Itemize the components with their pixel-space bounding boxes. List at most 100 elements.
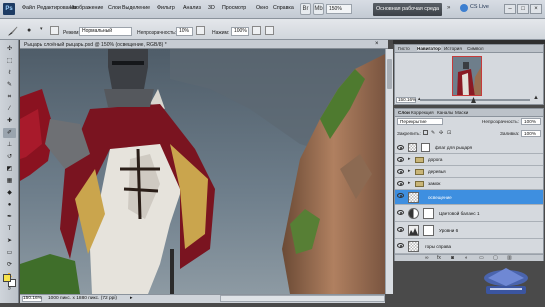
mode-select[interactable]: Нормальный [79,27,132,36]
layer-row[interactable]: Цветовой баланс 1 [395,205,543,222]
vertical-scroll-thumb[interactable] [387,59,392,89]
brush-size-icon[interactable]: ● [27,27,31,34]
layer-row[interactable]: Уровни 6 [395,222,543,239]
menu-window[interactable]: Окно [256,5,268,11]
fx-icon[interactable]: fx [437,255,441,261]
opacity-input[interactable]: 10% [176,27,193,36]
menu-view[interactable]: Просмотр [222,5,246,11]
lock-position-icon[interactable]: ✣ [439,130,443,136]
history-brush-tool-icon[interactable]: ↺ [3,152,16,162]
layer-row[interactable]: ▸ деревья [395,166,543,178]
move-tool-icon[interactable]: ✣ [3,44,16,54]
lock-pixels-icon[interactable]: ✎ [431,130,435,136]
expand-arrow-icon[interactable]: ▸ [408,180,411,186]
new-layer-icon[interactable]: ▢ [493,255,498,261]
maximize-button[interactable]: □ [517,4,529,14]
layer-row[interactable]: ▸ дорога [395,154,543,166]
menu-file[interactable]: Файл [22,5,35,11]
healing-tool-icon[interactable]: ✚ [3,116,16,126]
dodge-tool-icon[interactable]: ● [3,200,16,210]
visibility-eye-icon[interactable] [397,181,404,186]
zoom-level-select[interactable]: 150% [326,4,352,14]
document-tab[interactable]: Рыцарь слоёный рыцарь.psd @ 150% (освеще… [20,40,388,49]
blur-tool-icon[interactable]: ◆ [3,188,16,198]
minimize-button[interactable]: – [504,4,516,14]
navigator-thumbnail[interactable] [452,56,482,96]
bridge-button[interactable]: Br [300,3,311,15]
adjust-icon[interactable]: ◐ [465,255,468,261]
menu-analysis[interactable]: Анализ [183,5,201,11]
mask-icon[interactable]: ◙ [451,255,454,261]
brush-tool-icon-active[interactable]: ✐ [3,128,16,138]
more-icon[interactable]: » [447,5,450,11]
gradient-tool-icon[interactable]: ▦ [3,176,16,186]
path-select-tool-icon[interactable]: ➤ [3,236,16,246]
visibility-eye-icon[interactable] [397,169,404,174]
visibility-eye-icon[interactable] [397,193,404,198]
menu-help[interactable]: Справка [273,5,294,11]
lock-transparency-icon[interactable] [423,130,428,135]
fill-input[interactable]: 100% [521,130,541,137]
status-zoom[interactable]: 150.16% [22,296,42,302]
trash-icon[interactable]: ▥ [507,255,512,261]
tab-masks[interactable]: Маски [455,110,468,115]
expand-arrow-icon[interactable]: ▸ [408,156,411,162]
close-button[interactable]: × [530,4,542,14]
cs-live-label[interactable]: CS Live [470,4,489,10]
eyedropper-tool-icon[interactable]: ⁄ [3,104,16,114]
type-tool-icon[interactable]: T [3,224,16,234]
tab-navigator[interactable]: Навигатор [417,46,441,51]
brush-picker-chevron-icon[interactable]: ▾ [40,26,43,32]
brush-panel-toggle-icon[interactable] [50,26,59,35]
tab-layers[interactable]: Слои [398,110,410,115]
visibility-eye-icon[interactable] [397,227,404,232]
horizontal-scrollbar[interactable] [220,295,385,302]
crop-tool-icon[interactable]: ⌗ [3,92,16,102]
workspace-button[interactable]: Основная рабочая среда [373,3,442,16]
layer-row[interactable]: ▸ замок [395,178,543,190]
menu-image[interactable]: Изображение [70,5,103,11]
menu-filter[interactable]: Фильтр [157,5,175,11]
minibridge-button[interactable]: Mb [313,3,324,15]
expand-arrow-icon[interactable]: ▸ [408,168,411,174]
zoom-in-icon[interactable]: ▲ [533,95,539,101]
layer-opacity-input[interactable]: 100% [521,118,541,125]
pressure-size-icon[interactable] [265,26,274,35]
eraser-tool-icon[interactable]: ◩ [3,164,16,174]
visibility-eye-icon[interactable] [397,157,404,162]
pen-tool-icon[interactable]: ✒ [3,212,16,222]
document-canvas[interactable] [20,49,385,294]
navigator-zoom-input[interactable]: 150.16% [396,97,416,103]
menu-select[interactable]: Выделение [122,5,150,11]
blend-mode-select[interactable]: Перекрытие [397,118,443,125]
layer-row-selected[interactable]: освещение [395,190,543,205]
folder-icon[interactable]: ▭ [479,255,484,261]
flow-input[interactable]: 100% [231,27,249,36]
layer-row[interactable]: горы справа [395,239,543,254]
vertical-scrollbar[interactable] [385,49,393,294]
foreground-color-swatch[interactable] [3,274,11,282]
marquee-tool-icon[interactable]: ⬚ [3,56,16,66]
visibility-eye-icon[interactable] [397,243,404,248]
status-menu-arrow-icon[interactable]: ▸ [130,295,133,301]
3d-rotate-tool-icon[interactable]: ⟳ [3,260,16,270]
tab-histogram[interactable]: Гисто [398,46,410,51]
tab-character[interactable]: Символ [467,46,484,51]
menu-layers[interactable]: Слои [108,5,121,11]
lock-all-icon[interactable]: ⊡ [447,130,451,136]
stamp-tool-icon[interactable]: ⊥ [3,140,16,150]
layer-row[interactable]: флаг для рыцаря [395,142,543,154]
lasso-tool-icon[interactable]: ℓ [3,68,16,78]
tab-channels[interactable]: Каналы [437,110,453,115]
tab-history[interactable]: История [444,46,462,51]
shape-tool-icon[interactable]: ▭ [3,248,16,258]
visibility-eye-icon[interactable] [397,210,404,215]
document-close-icon[interactable]: × [375,41,379,47]
brush-tool-icon[interactable] [7,25,18,37]
quick-select-tool-icon[interactable]: ✎ [3,80,16,90]
tab-adjustments[interactable]: Коррекция [411,110,434,115]
visibility-eye-icon[interactable] [397,145,404,150]
cs-live-icon[interactable] [460,4,468,12]
link-icon[interactable]: ∞ [425,255,429,261]
airbrush-icon[interactable] [252,26,261,35]
